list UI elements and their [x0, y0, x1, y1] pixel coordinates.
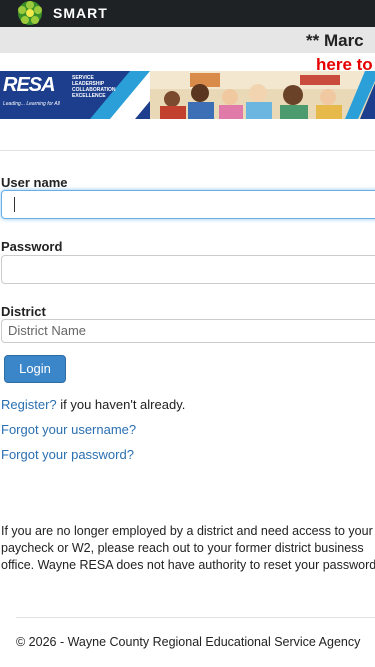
- children-photo: [150, 71, 375, 119]
- forgot-username-row: Forgot your username?: [1, 422, 136, 437]
- district-label: District: [1, 304, 46, 319]
- forgot-username-link[interactable]: Forgot your username?: [1, 422, 136, 437]
- value-word: EXCELLENCE: [72, 93, 106, 99]
- divider: [0, 150, 375, 151]
- register-row: Register? if you haven't already.: [1, 397, 185, 412]
- forgot-password-link[interactable]: Forgot your password?: [1, 447, 134, 462]
- login-button[interactable]: Login: [4, 355, 66, 383]
- district-input[interactable]: District Name: [1, 319, 375, 343]
- password-input[interactable]: [1, 255, 375, 284]
- notice-marquee: ** Marc: [0, 27, 375, 53]
- info-message: If you are no longer employed by a distr…: [1, 524, 375, 572]
- smart-logo-icon: [18, 1, 42, 25]
- resa-banner: RESA Leading... Learning for All SERVICE…: [0, 71, 375, 119]
- app-header: SMART: [0, 0, 375, 27]
- resa-logo: RESA: [3, 74, 56, 96]
- register-link[interactable]: Register?: [1, 397, 57, 412]
- forgot-password-row: Forgot your password?: [1, 447, 134, 462]
- register-suffix: if you haven't already.: [56, 397, 186, 412]
- district-placeholder: District Name: [8, 323, 87, 338]
- username-input[interactable]: [1, 190, 375, 219]
- notice-text: ** Marc: [306, 31, 364, 50]
- resa-values: SERVICE LEADERSHIP COLLABORATION EXCELLE…: [72, 75, 116, 99]
- text-caret: [14, 197, 15, 212]
- app-name: SMART: [53, 5, 108, 21]
- footer-divider: [16, 617, 375, 618]
- footer-copyright: © 2026 - Wayne County Regional Education…: [16, 635, 361, 649]
- resa-tagline: Leading... Learning for All: [3, 101, 60, 107]
- password-label: Password: [1, 239, 63, 254]
- username-label: User name: [1, 175, 68, 190]
